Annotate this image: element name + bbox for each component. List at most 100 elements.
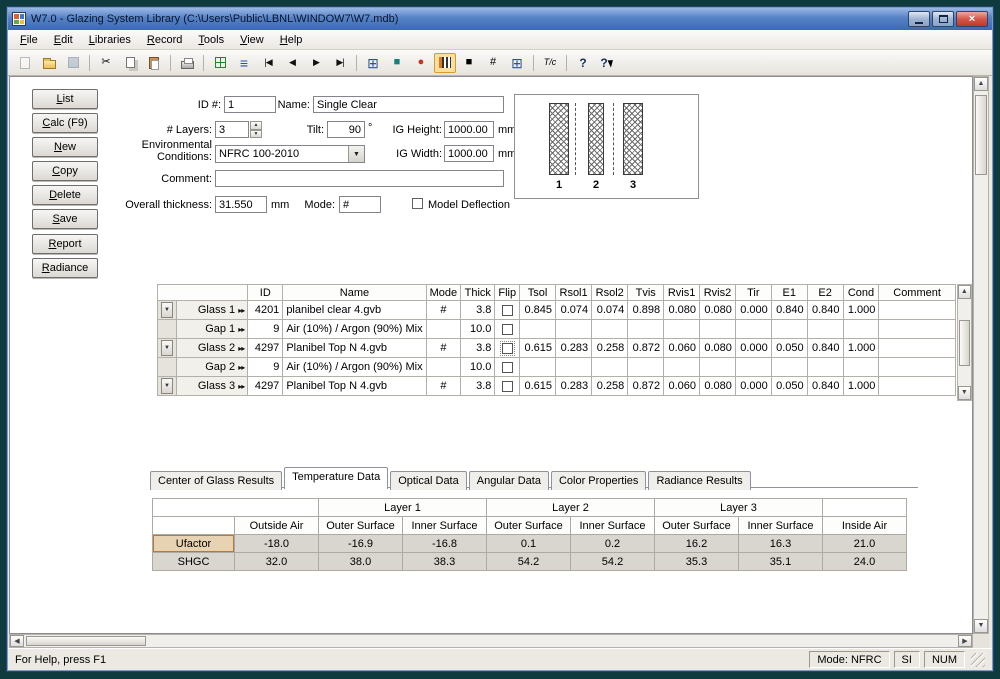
menu-file[interactable]: File	[12, 31, 46, 49]
cell-tir[interactable]: 0.000	[735, 301, 771, 320]
cell-thick[interactable]: 3.8	[461, 301, 495, 320]
resize-grip[interactable]	[971, 653, 985, 667]
row-header[interactable]: Glass 1 ▸▸	[177, 301, 248, 320]
cell-rvis1[interactable]: 0.080	[664, 301, 700, 320]
cell-name[interactable]: planibel clear 4.gvb	[283, 301, 426, 320]
cell-tir[interactable]: 0.000	[735, 339, 771, 358]
cell-thick[interactable]: 3.8	[461, 339, 495, 358]
tilt-input[interactable]	[327, 121, 365, 138]
env-conditions-select[interactable]: NFRC 100-2010 ▼	[215, 145, 365, 163]
grid-vertical-scrollbar[interactable]: ▲ ▼	[957, 284, 972, 401]
detail-arrows-icon[interactable]: ▸▸	[238, 325, 244, 334]
cut-button[interactable]: ✂	[95, 53, 117, 73]
cell-comment[interactable]	[879, 339, 955, 358]
scroll-up-icon[interactable]: ▲	[958, 285, 971, 299]
cell-rvis2[interactable]	[700, 358, 736, 377]
cell-tvis[interactable]	[628, 320, 664, 339]
cell-thick[interactable]: 10.0	[461, 358, 495, 377]
save-button[interactable]	[62, 53, 84, 73]
cell-e1[interactable]: 0.840	[771, 301, 807, 320]
tab-radiance-results[interactable]: Radiance Results	[648, 471, 750, 490]
cell-name[interactable]: Air (10%) / Argon (90%) Mix	[283, 320, 426, 339]
cell-tsol[interactable]: 0.845	[520, 301, 556, 320]
cell-rsol2[interactable]: 0.074	[592, 301, 628, 320]
layers-view-button[interactable]	[434, 53, 456, 73]
detail-arrows-icon[interactable]: ▸▸	[238, 382, 244, 391]
cell-comment[interactable]	[879, 377, 955, 396]
title-bar[interactable]: W7.0 - Glazing System Library (C:\Users\…	[8, 8, 992, 30]
model-deflection-checkbox[interactable]	[412, 198, 423, 209]
cell-rvis1[interactable]: 0.060	[664, 377, 700, 396]
cell-e2[interactable]: 0.840	[807, 301, 843, 320]
horizontal-scroll-thumb[interactable]	[26, 636, 146, 646]
scroll-up-icon[interactable]: ▲	[974, 77, 988, 91]
cell-rsol2[interactable]: 0.258	[592, 377, 628, 396]
cell-rvis2[interactable]: 0.080	[700, 377, 736, 396]
cell-flip[interactable]	[495, 339, 520, 358]
open-button[interactable]	[38, 53, 60, 73]
scroll-right-icon[interactable]: ▶	[958, 635, 972, 647]
horizontal-scrollbar[interactable]: ◀ ▶	[9, 634, 973, 648]
cell-tir[interactable]	[735, 358, 771, 377]
cell-e1[interactable]: 0.050	[771, 339, 807, 358]
menu-tools[interactable]: Tools	[190, 31, 232, 49]
new-button[interactable]: New	[32, 137, 98, 157]
mode-input[interactable]	[339, 196, 381, 213]
maximize-button[interactable]	[932, 11, 954, 27]
row-header[interactable]: Glass 3 ▸▸	[177, 377, 248, 396]
cell-rsol2[interactable]	[592, 320, 628, 339]
minimize-button[interactable]	[908, 11, 930, 27]
cell-flip[interactable]	[495, 377, 520, 396]
cell-e2[interactable]: 0.840	[807, 377, 843, 396]
cell-mode[interactable]: #	[426, 377, 461, 396]
flip-checkbox[interactable]	[502, 305, 513, 316]
cell-e2[interactable]	[807, 358, 843, 377]
spin-down-icon[interactable]: ▼	[250, 130, 262, 139]
table-row-glass-1[interactable]: ▼ Glass 1 ▸▸ 4201 planibel clear 4.gvb #…	[158, 301, 956, 320]
table-row-glass-3[interactable]: ▼ Glass 3 ▸▸ 4297 Planibel Top N 4.gvb #…	[158, 377, 956, 396]
last-record-button[interactable]: ▶|	[329, 53, 351, 73]
id-input[interactable]	[224, 96, 276, 113]
cell-rsol1[interactable]	[556, 320, 592, 339]
row-header[interactable]: Glass 2 ▸▸	[177, 339, 248, 358]
row-header[interactable]: Gap 2 ▸▸	[177, 358, 248, 377]
cell-cond[interactable]: 1.000	[843, 339, 879, 358]
cell-rsol1[interactable]	[556, 358, 592, 377]
scroll-down-icon[interactable]: ▼	[974, 619, 988, 633]
cell-tsol[interactable]: 0.615	[520, 339, 556, 358]
frame-library-button[interactable]: ■	[458, 53, 480, 73]
chevron-down-icon[interactable]: ▼	[348, 146, 364, 162]
glazing-library-button[interactable]	[209, 53, 231, 73]
cell-name[interactable]: Planibel Top N 4.gvb	[283, 339, 426, 358]
layers-input[interactable]	[215, 121, 249, 138]
cell-rvis1[interactable]	[664, 320, 700, 339]
menu-view[interactable]: View	[232, 31, 272, 49]
cell-rvis1[interactable]	[664, 358, 700, 377]
glazing-system-button[interactable]: ⊞	[362, 53, 384, 73]
list-view-button[interactable]: ≡	[233, 53, 255, 73]
cell-cond[interactable]	[843, 320, 879, 339]
table-row-gap-1[interactable]: Gap 1 ▸▸ 9 Air (10%) / Argon (90%) Mix 1…	[158, 320, 956, 339]
cell-rvis2[interactable]: 0.080	[700, 301, 736, 320]
glass-select-dropdown[interactable]: ▼	[161, 340, 173, 356]
help-button[interactable]: ?	[572, 53, 594, 73]
cell-id[interactable]: 4201	[248, 301, 283, 320]
cell-name[interactable]: Planibel Top N 4.gvb	[283, 377, 426, 396]
menu-libraries[interactable]: Libraries	[81, 31, 139, 49]
menu-help[interactable]: Help	[272, 31, 311, 49]
cell-tsol[interactable]	[520, 358, 556, 377]
print-button[interactable]	[176, 53, 198, 73]
glass-select-dropdown[interactable]: ▼	[161, 302, 173, 318]
cell-name[interactable]: Air (10%) / Argon (90%) Mix	[283, 358, 426, 377]
vertical-scrollbar[interactable]: ▲ ▼	[973, 76, 989, 634]
cell-tir[interactable]	[735, 320, 771, 339]
cell-e1[interactable]	[771, 358, 807, 377]
glass-library-button[interactable]: ●	[410, 53, 432, 73]
copy-button[interactable]	[119, 53, 141, 73]
table-row-gap-2[interactable]: Gap 2 ▸▸ 9 Air (10%) / Argon (90%) Mix 1…	[158, 358, 956, 377]
menu-record[interactable]: Record	[139, 31, 190, 49]
cell-cond[interactable]	[843, 358, 879, 377]
tab-center-of-glass-results[interactable]: Center of Glass Results	[150, 471, 282, 490]
cell-e1[interactable]	[771, 320, 807, 339]
gas-library-button[interactable]: ■	[386, 53, 408, 73]
